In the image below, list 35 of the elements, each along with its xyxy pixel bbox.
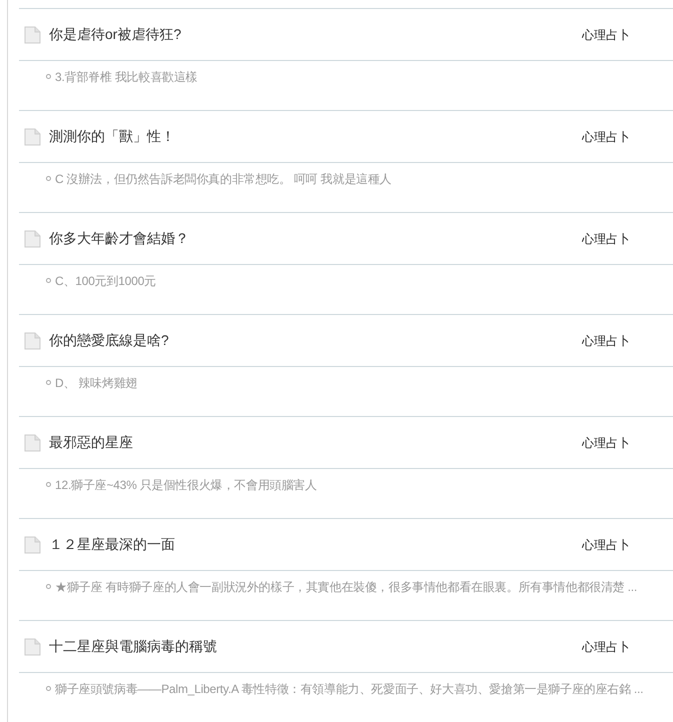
answer-text: 獅子座頭號病毒——Palm_Liberty.A 毒性特徵：有領導能力、死愛面子、好大喜功、愛搶第一是獅子座的座右銘 ... (55, 681, 644, 698)
bullet-icon (46, 278, 51, 283)
category-link[interactable]: 心理占卜 (582, 638, 630, 656)
bullet-icon (46, 686, 51, 691)
post-title-link[interactable]: 十二星座與電腦病毒的稱號 (49, 636, 217, 657)
document-icon (24, 128, 41, 146)
category-link[interactable]: 心理占卜 (582, 536, 630, 554)
document-icon (24, 332, 41, 350)
post-title-link[interactable]: 你的戀愛底線是啥? (49, 330, 169, 351)
answer-text: D、 辣味烤雞翅 (55, 375, 138, 392)
post-title-link[interactable]: 最邪惡的星座 (49, 432, 133, 453)
category-link[interactable]: 心理占卜 (582, 332, 630, 350)
bullet-icon (46, 176, 51, 181)
document-icon (24, 434, 41, 452)
post-title-link[interactable]: １２星座最深的一面 (49, 534, 175, 555)
category-link[interactable]: 心理占卜 (582, 128, 630, 146)
document-icon (24, 26, 41, 44)
document-icon (24, 638, 41, 656)
answer-text: 3.背部脊椎 我比較喜歡這樣 (55, 69, 198, 86)
post-title-link[interactable]: 你多大年齡才會結婚？ (49, 228, 189, 249)
bullet-icon (46, 584, 51, 589)
post-title-link[interactable]: 測測你的「獸」性！ (49, 126, 175, 147)
post-title-link[interactable]: 你是虐待or被虐待狂? (49, 24, 182, 45)
document-icon (24, 536, 41, 554)
bullet-icon (46, 74, 51, 79)
category-link[interactable]: 心理占卜 (582, 26, 630, 44)
answer-text: C、100元到1000元 (55, 273, 156, 290)
answer-text: C 沒辦法，但仍然告訴老闆你真的非常想吃。 呵呵 我就是這種人 (55, 171, 392, 188)
category-link[interactable]: 心理占卜 (582, 434, 630, 452)
bullet-icon (46, 482, 51, 487)
answer-text: ★獅子座 有時獅子座的人會一副狀況外的樣子，其實他在裝傻，很多事情他都看在眼裏。所有事情他都很清楚 ... (55, 579, 638, 596)
bullet-icon (46, 380, 51, 385)
category-link[interactable]: 心理占卜 (582, 230, 630, 248)
answer-text: 12.獅子座~43% 只是個性很火爆，不會用頭腦害人 (55, 477, 317, 494)
document-icon (24, 230, 41, 248)
